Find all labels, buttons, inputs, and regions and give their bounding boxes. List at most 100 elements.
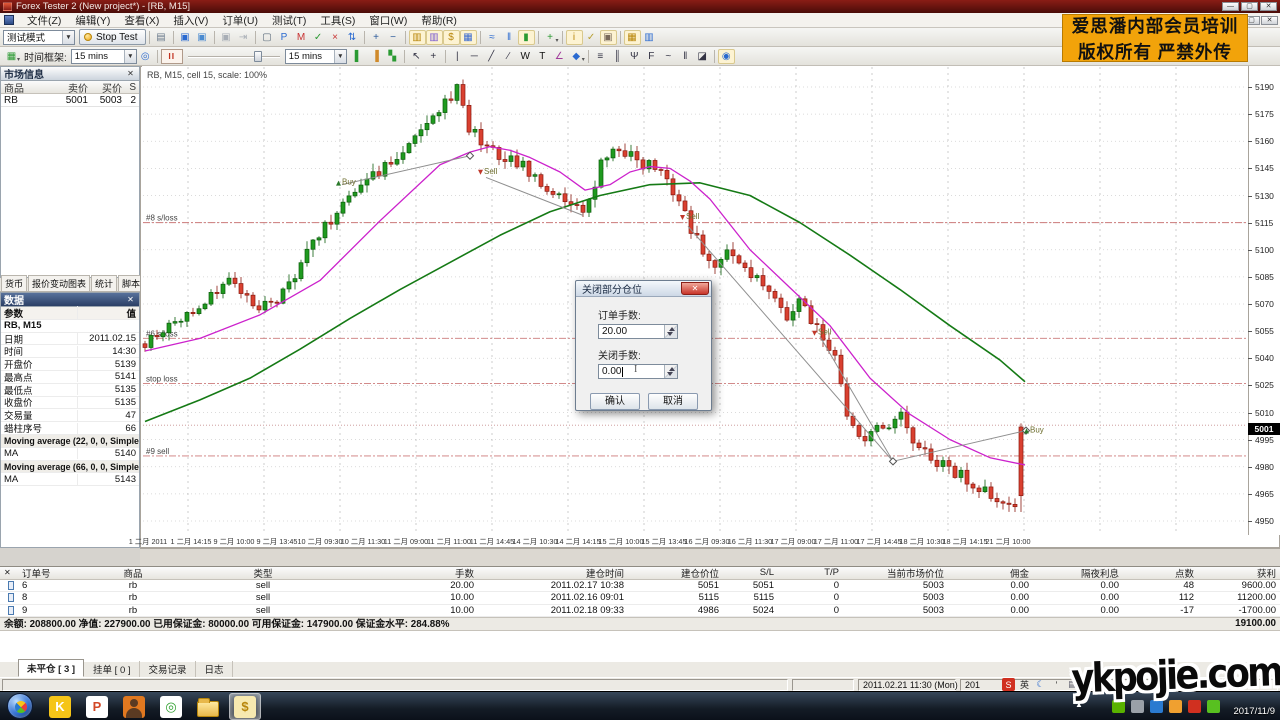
orders-column-12[interactable]: 获利 <box>1198 566 1280 580</box>
taskbar-app-k[interactable]: K <box>44 693 76 720</box>
dialog-close-button[interactable]: ✕ <box>681 282 709 295</box>
tray-icon-3[interactable] <box>1169 700 1182 713</box>
cancel-order-icon[interactable]: × <box>327 30 344 45</box>
confirm-button[interactable]: 确认 <box>590 393 640 410</box>
ime-punct-icon[interactable]: ’ <box>1050 678 1063 691</box>
orders-column-11[interactable]: 点数 <box>1123 566 1198 580</box>
menu-item[interactable]: 插入(V) <box>166 12 215 29</box>
close-button[interactable]: ✕ <box>1260 2 1277 11</box>
vertical-line-icon[interactable]: | <box>449 49 466 64</box>
minimize-button[interactable]: — <box>1222 2 1239 11</box>
menu-item[interactable]: 窗口(W) <box>362 12 414 29</box>
menu-item[interactable]: 帮助(R) <box>414 12 464 29</box>
dialog-title-bar[interactable]: 关闭部分仓位 ✕ <box>576 281 711 297</box>
channel-icon[interactable]: ‖ <box>677 49 694 64</box>
copy-chart-icon[interactable]: ▣ <box>194 30 211 45</box>
step-back-icon[interactable]: ▌ <box>350 49 367 64</box>
orders-column-3[interactable]: 手数 <box>328 566 478 580</box>
confirm-order-icon[interactable]: ✓ <box>310 30 327 45</box>
close-icon[interactable]: ✕ <box>125 295 136 304</box>
taskbar-app-money[interactable]: $ <box>229 693 261 720</box>
menu-item[interactable]: 查看(X) <box>117 12 166 29</box>
restore-button[interactable]: ▢ <box>1241 2 1258 11</box>
order-row[interactable]: 8rbsell10.002011.02.16 09:01511551150500… <box>0 592 1280 605</box>
orders-column-2[interactable]: 类型 <box>198 566 328 580</box>
chart-shift-icon[interactable]: ▤ <box>153 30 170 45</box>
spinner-icon[interactable] <box>664 325 677 338</box>
new-chart-icon[interactable]: ▦ <box>3 49 20 64</box>
orders-column-7[interactable]: T/P <box>778 567 843 578</box>
taskbar-app-folder[interactable] <box>192 693 224 720</box>
cancel-button[interactable]: 取消 <box>648 393 698 410</box>
shapes-icon[interactable]: ◆ <box>568 49 585 64</box>
crosshair-icon[interactable]: + <box>425 49 442 64</box>
order-row[interactable]: 9rbsell10.002011.02.18 09:33498650240500… <box>0 605 1280 618</box>
ime-logo-icon[interactable]: S <box>1002 678 1015 691</box>
taskbar-app-avatar[interactable] <box>118 693 150 720</box>
taskbar-date[interactable]: 2017/11/9 <box>1233 706 1275 717</box>
left-tab-0[interactable]: 货币 <box>1 275 27 291</box>
speed-slider[interactable] <box>188 50 280 63</box>
slider-thumb[interactable] <box>254 51 262 62</box>
paste-icon[interactable]: ▣ <box>218 30 235 45</box>
paste-special-icon[interactable]: ⇥ <box>235 30 252 45</box>
line-chart-icon[interactable]: ≈ <box>484 30 501 45</box>
wave-tool-icon[interactable]: W <box>517 49 534 64</box>
tray-icon-0[interactable] <box>1112 700 1125 713</box>
menu-item[interactable]: 订单(U) <box>215 12 265 29</box>
timeframe-select[interactable]: 15 mins▼ <box>71 49 137 64</box>
bottom-tab-0[interactable]: 未平仓 [ 3 ] <box>18 659 84 677</box>
left-tab-1[interactable]: 报价变动图表 <box>28 275 90 291</box>
tray-icon-5[interactable] <box>1207 700 1220 713</box>
candle-chart-icon[interactable]: ▮ <box>518 30 535 45</box>
notes-icon[interactable]: ✓ <box>583 30 600 45</box>
menu-item[interactable]: 测试(T) <box>265 12 313 29</box>
eraser-icon[interactable]: ◪ <box>694 49 711 64</box>
snapshot-icon[interactable]: ▣ <box>600 30 617 45</box>
close-icon[interactable]: ✕ <box>125 69 136 78</box>
close-lots-input[interactable]: 0.00 <box>598 364 678 379</box>
new-order-icon[interactable]: ▢ <box>259 30 276 45</box>
paint-icon[interactable]: ◉ <box>718 49 735 64</box>
bottom-tab-1[interactable]: 挂单 [ 0 ] <box>85 661 139 677</box>
start-button[interactable] <box>7 693 33 719</box>
orders-column-5[interactable]: 建仓价位 <box>628 566 723 580</box>
orders-window-icon[interactable]: ▦ <box>460 30 477 45</box>
market-watch-icon[interactable]: ▥ <box>409 30 426 45</box>
orders-column-8[interactable]: 当前市场价位 <box>843 566 948 580</box>
menu-item[interactable]: 工具(S) <box>313 12 362 29</box>
orders-column-6[interactable]: S/L <box>723 567 778 578</box>
menu-item[interactable]: 编辑(Y) <box>68 12 117 29</box>
pitchfork-icon[interactable]: Ψ <box>626 49 643 64</box>
angle-tool-icon[interactable]: ∠ <box>551 49 568 64</box>
pause-test-button[interactable]: II <box>161 49 183 64</box>
ime-mode-icon[interactable]: ☾ <box>1034 678 1047 691</box>
orders-column-1[interactable]: 商品 <box>68 566 198 580</box>
bottom-tab-2[interactable]: 交易记录 <box>141 661 196 677</box>
ray-icon[interactable]: ∕ <box>500 49 517 64</box>
globe-icon[interactable]: ◎ <box>137 49 154 64</box>
copy-icon[interactable]: ▣ <box>177 30 194 45</box>
fibo-icon[interactable]: F <box>643 49 660 64</box>
mdi-close-button[interactable]: ✕ <box>1261 16 1278 25</box>
account-history-icon[interactable]: $ <box>443 30 460 45</box>
pending-order-icon[interactable]: P <box>276 30 293 45</box>
ime-lang-icon[interactable]: 英 <box>1018 678 1031 691</box>
tray-icon-4[interactable] <box>1188 700 1201 713</box>
info-icon[interactable]: i <box>566 30 583 45</box>
horizontal-line-icon[interactable]: ─ <box>466 49 483 64</box>
wave-icon[interactable]: ~ <box>660 49 677 64</box>
fibo-time-icon[interactable]: ║ <box>609 49 626 64</box>
left-tab-2[interactable]: 统计 <box>91 275 117 291</box>
tray-icon-1[interactable] <box>1131 700 1144 713</box>
orders-close-icon[interactable]: ✕ <box>0 568 18 577</box>
add-indicator-icon[interactable]: + <box>542 30 559 45</box>
text-tool-icon[interactable]: T <box>534 49 551 64</box>
market-row[interactable]: RB500150032 <box>1 94 139 107</box>
data-window-icon[interactable]: ▥ <box>426 30 443 45</box>
cursor-icon[interactable]: ↖ <box>408 49 425 64</box>
test-mode-select[interactable]: 测试模式▼ <box>3 30 75 45</box>
stop-test-button[interactable]: Stop Test <box>79 29 146 45</box>
step-timeframe-select[interactable]: 15 mins▼ <box>285 49 347 64</box>
modify-order-icon[interactable]: ⇅ <box>344 30 361 45</box>
